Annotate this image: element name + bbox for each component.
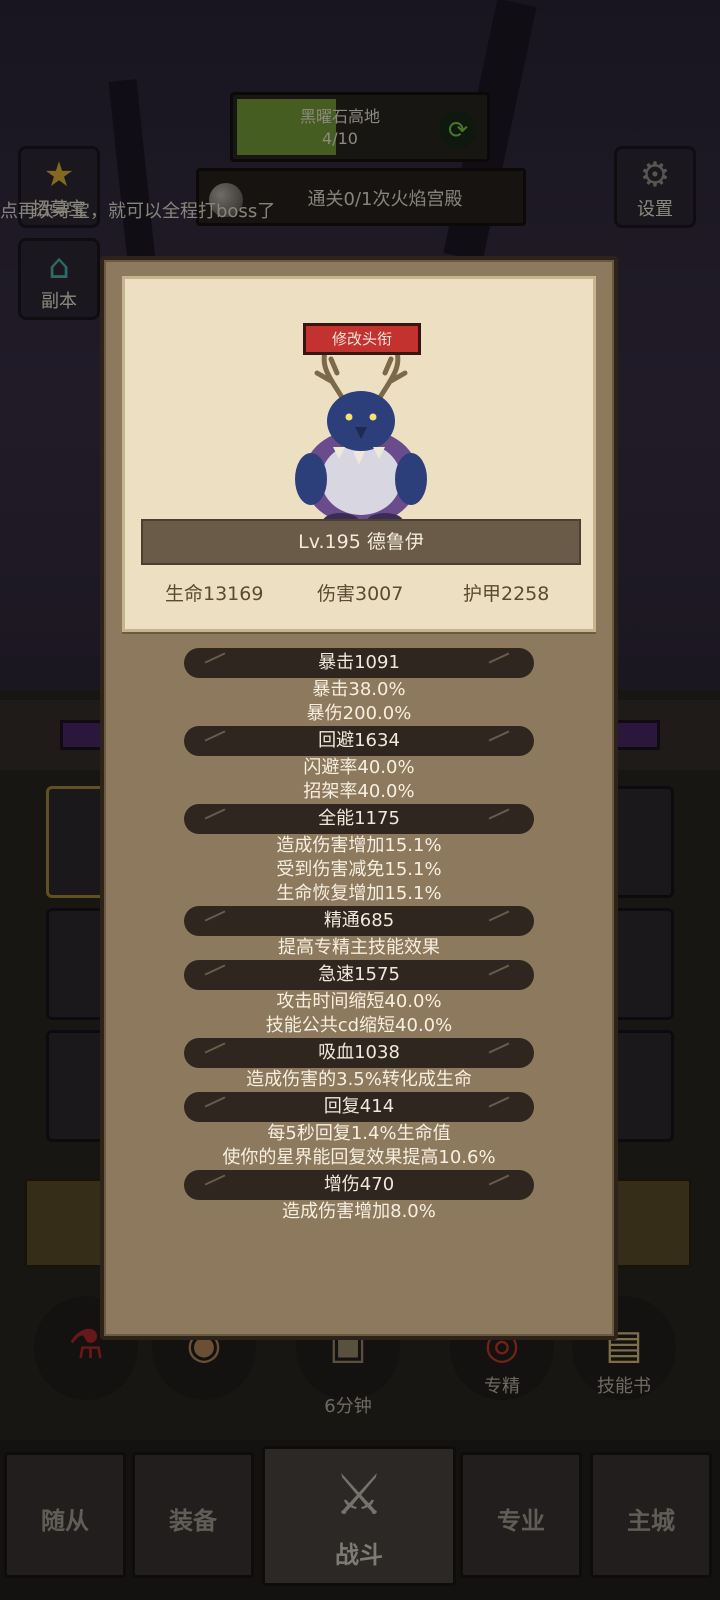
stat-header: 精通685 xyxy=(184,906,534,936)
stat-detail: 招架率40.0% xyxy=(303,781,415,802)
stat-detail: 提高专精主技能效果 xyxy=(278,937,440,958)
stat-detail: 生命恢复增加15.1% xyxy=(276,883,442,904)
druid-portrait xyxy=(295,348,427,529)
stat-detail: 暴伤200.0% xyxy=(306,703,412,724)
hero-stats-panel: 修改头衔 Lv.195 德鲁伊 生命13169 伤害3007 护甲2258 暴击… xyxy=(100,256,618,1340)
stat-versatility: 全能1175 造成伤害增加15.1% 受到伤害减免15.1% 生命恢复增加15.… xyxy=(104,804,614,906)
stat-detail: 每5秒回复1.4%生命值 xyxy=(267,1123,451,1144)
hero-damage: 伤害3007 xyxy=(317,583,404,605)
stat-mastery: 精通685 提高专精主技能效果 xyxy=(104,906,614,960)
stat-crit: 暴击1091 暴击38.0% 暴伤200.0% xyxy=(104,648,614,726)
stat-header: 增伤470 xyxy=(184,1170,534,1200)
hero-name: Lv.195 德鲁伊 xyxy=(141,519,581,565)
stat-haste: 急速1575 攻击时间缩短40.0% 技能公共cd缩短40.0% xyxy=(104,960,614,1038)
hero-hp: 生命13169 xyxy=(165,583,264,605)
rename-title-button[interactable]: 修改头衔 xyxy=(303,323,421,355)
stat-regen: 回复414 每5秒回复1.4%生命值 使你的星界能回复效果提高10.6% xyxy=(104,1092,614,1170)
stat-detail: 造成伤害增加15.1% xyxy=(276,835,442,856)
stat-damage-increase: 增伤470 造成伤害增加8.0% xyxy=(104,1170,614,1224)
stat-detail: 闪避率40.0% xyxy=(303,757,415,778)
hero-armor: 护甲2258 xyxy=(463,583,550,605)
stat-header: 吸血1038 xyxy=(184,1038,534,1068)
stat-detail: 受到伤害减免15.1% xyxy=(276,859,442,880)
stat-header: 急速1575 xyxy=(184,960,534,990)
stat-detail: 造成伤害增加8.0% xyxy=(282,1201,436,1222)
stat-header: 回复414 xyxy=(184,1092,534,1122)
stat-header: 全能1175 xyxy=(184,804,534,834)
stat-lifesteal: 吸血1038 造成伤害的3.5%转化成生命 xyxy=(104,1038,614,1092)
stat-detail: 造成伤害的3.5%转化成生命 xyxy=(246,1069,472,1090)
stat-detail: 攻击时间缩短40.0% xyxy=(276,991,442,1012)
stat-detail: 技能公共cd缩短40.0% xyxy=(265,1015,453,1036)
stat-dodge: 回避1634 闪避率40.0% 招架率40.0% xyxy=(104,726,614,804)
stat-detail: 使你的星界能回复效果提高10.6% xyxy=(222,1147,496,1168)
secondary-stats-list: 暴击1091 暴击38.0% 暴伤200.0% 回避1634 闪避率40.0% … xyxy=(104,648,614,1224)
stat-header: 回避1634 xyxy=(184,726,534,756)
hero-card: 修改头衔 Lv.195 德鲁伊 生命13169 伤害3007 护甲2258 xyxy=(122,276,596,632)
stat-detail: 暴击38.0% xyxy=(312,679,406,700)
stat-header: 暴击1091 xyxy=(184,648,534,678)
